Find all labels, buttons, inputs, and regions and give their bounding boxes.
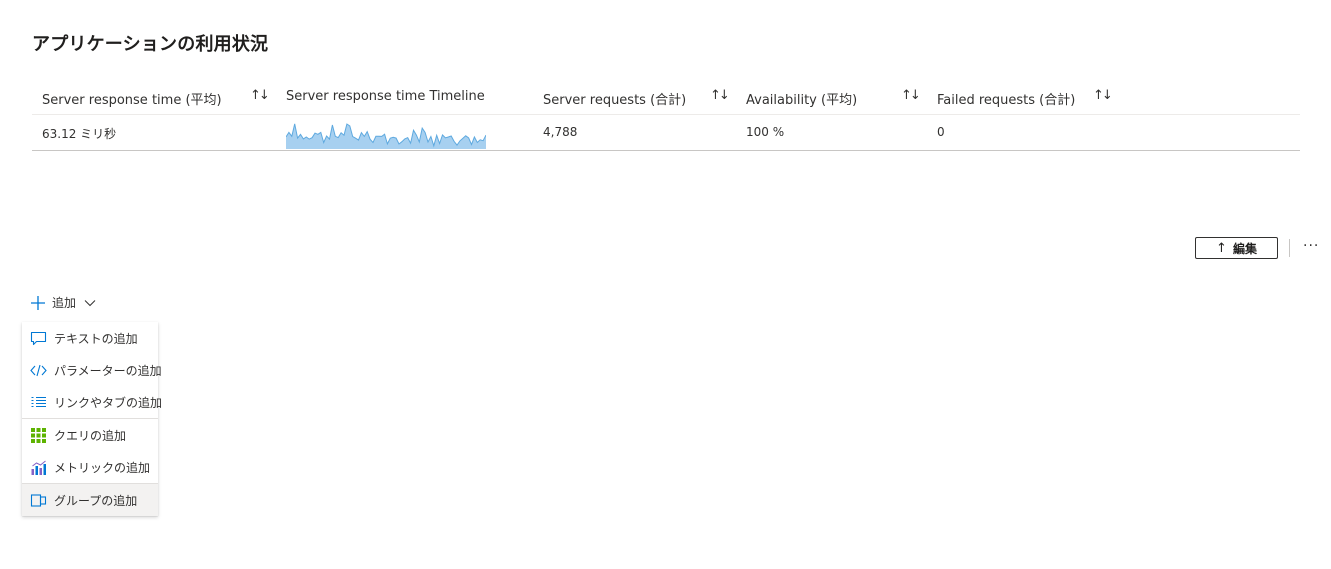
add-menu: テキストの追加 パラメーターの追加 リンクやタブの追加 クエリの追加 メトリック… <box>22 322 162 516</box>
menu-item-add-links-tabs[interactable]: リンクやタブの追加 <box>22 386 162 418</box>
bar-chart-icon <box>30 459 47 476</box>
menu-item-label: リンクやタブの追加 <box>54 395 163 410</box>
menu-item-label: パラメーターの追加 <box>54 363 162 378</box>
speech-bubble-icon <box>30 330 47 347</box>
column-header-response-timeline[interactable]: Server response time Timeline <box>286 89 485 104</box>
column-header-response-time[interactable]: Server response time (平均) <box>42 89 222 108</box>
column-header-server-requests[interactable]: Server requests (合計) <box>543 89 686 108</box>
column-header-availability[interactable]: Availability (平均) <box>746 89 857 108</box>
menu-item-label: テキストの追加 <box>54 331 138 346</box>
page-title: アプリケーションの利用状況 <box>32 34 269 55</box>
menu-item-label: クエリの追加 <box>54 428 127 443</box>
add-button[interactable]: 追加 <box>30 294 96 311</box>
sort-response-time-icon[interactable]: ↑↓ <box>250 88 270 103</box>
column-header-failed-requests[interactable]: Failed requests (合計) <box>937 89 1075 108</box>
grid-header-row: Server response time (平均) ↑↓ Server resp… <box>32 80 1300 115</box>
plus-icon <box>30 295 46 311</box>
table-row: 63.12 ミリ秒 4,788 100 % 0 <box>32 115 1300 151</box>
add-button-label: 追加 <box>52 296 77 310</box>
availability-value: 100 % <box>746 125 785 139</box>
toolbar-divider <box>1289 239 1290 257</box>
server-requests-value: 4,788 <box>543 125 578 139</box>
chevron-down-icon <box>84 297 96 309</box>
metrics-grid: Server response time (平均) ↑↓ Server resp… <box>32 80 1300 151</box>
arrow-up-icon: ↑ <box>1216 240 1227 256</box>
more-options-button[interactable]: ··· <box>1303 238 1319 254</box>
menu-item-add-query[interactable]: クエリの追加 <box>22 419 158 451</box>
menu-item-label: メトリックの追加 <box>54 460 151 475</box>
group-icon <box>30 492 47 509</box>
menu-item-add-parameter[interactable]: パラメーターの追加 <box>22 354 162 386</box>
sort-server-requests-icon[interactable]: ↑↓ <box>710 88 730 103</box>
grid-icon <box>30 427 47 444</box>
menu-item-add-group[interactable]: グループの追加 <box>22 484 158 516</box>
edit-button-label: 編集 <box>1232 241 1257 256</box>
list-icon <box>30 394 47 411</box>
response-time-sparkline <box>286 123 486 149</box>
menu-item-label: グループの追加 <box>54 493 138 508</box>
sort-availability-icon[interactable]: ↑↓ <box>901 88 921 103</box>
menu-item-add-text[interactable]: テキストの追加 <box>22 322 158 354</box>
sort-failed-requests-icon[interactable]: ↑↓ <box>1093 88 1113 103</box>
menu-item-add-metric[interactable]: メトリックの追加 <box>22 451 158 483</box>
failed-requests-value: 0 <box>937 125 945 139</box>
edit-button[interactable]: ↑ 編集 <box>1195 237 1278 259</box>
code-brackets-icon <box>30 362 47 379</box>
response-time-value: 63.12 ミリ秒 <box>42 127 117 141</box>
